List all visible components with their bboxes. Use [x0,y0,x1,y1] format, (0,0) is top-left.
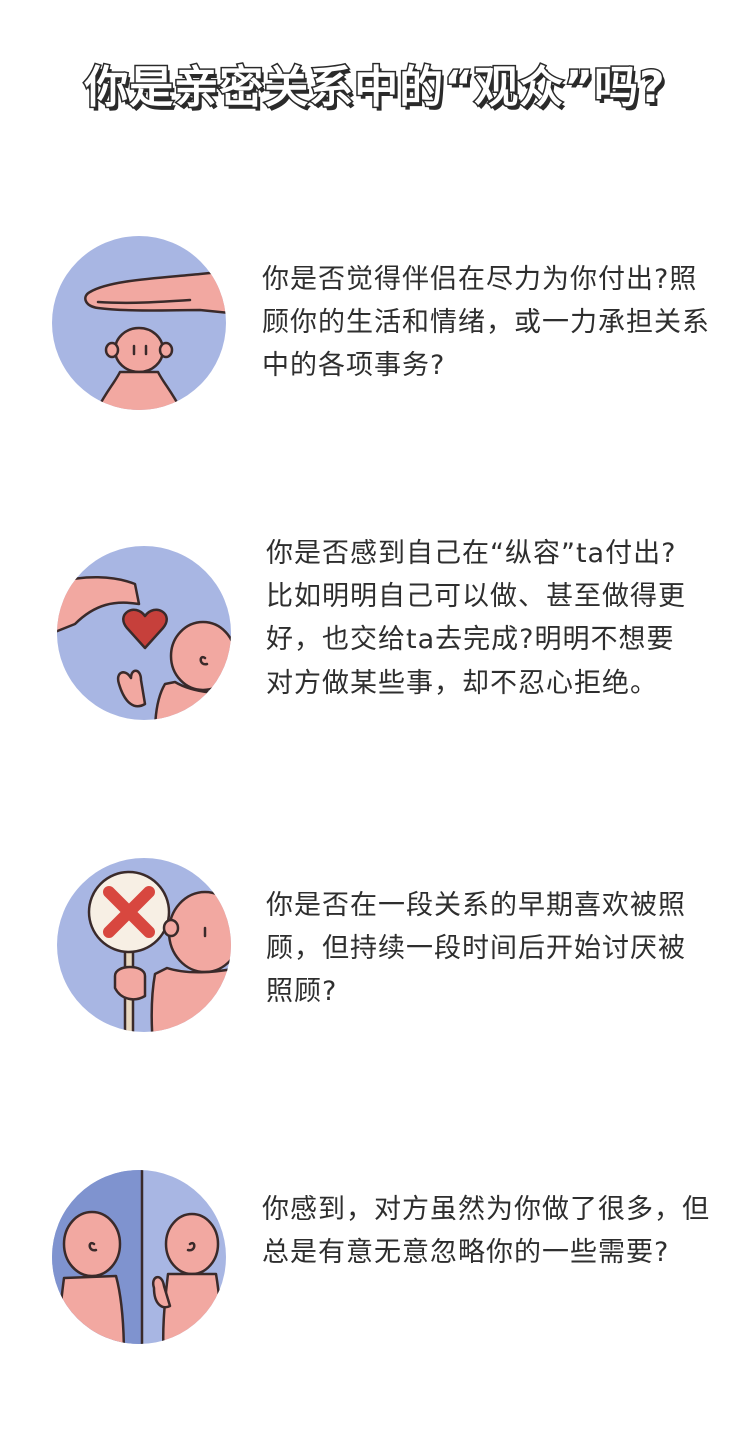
two-people-apart-icon [50,1168,228,1346]
question-text-3: 你是否在一段关系的早期喜欢被照顾，但持续一段时间后开始讨厌被照顾? [266,890,686,1008]
page-title: 你是亲密关系中的“观众”吗? [83,61,666,115]
cross-sign-icon [55,856,233,1034]
heart-giving-icon [55,544,233,722]
question-text-4: 你感到，对方虽然为你做了很多，但总是有意无意忽略你的一些需要? [262,1194,710,1269]
hand-over-head-icon [50,234,228,412]
question-text-2: 你是否感到自己在“纵容”ta付出?比如明明自己可以做、甚至做得更好，也交给ta去… [266,538,686,699]
question-text-1: 你是否觉得伴侣在尽力为你付出?照顾你的生活和情绪，或一力承担关系中的各项事务? [262,264,710,382]
